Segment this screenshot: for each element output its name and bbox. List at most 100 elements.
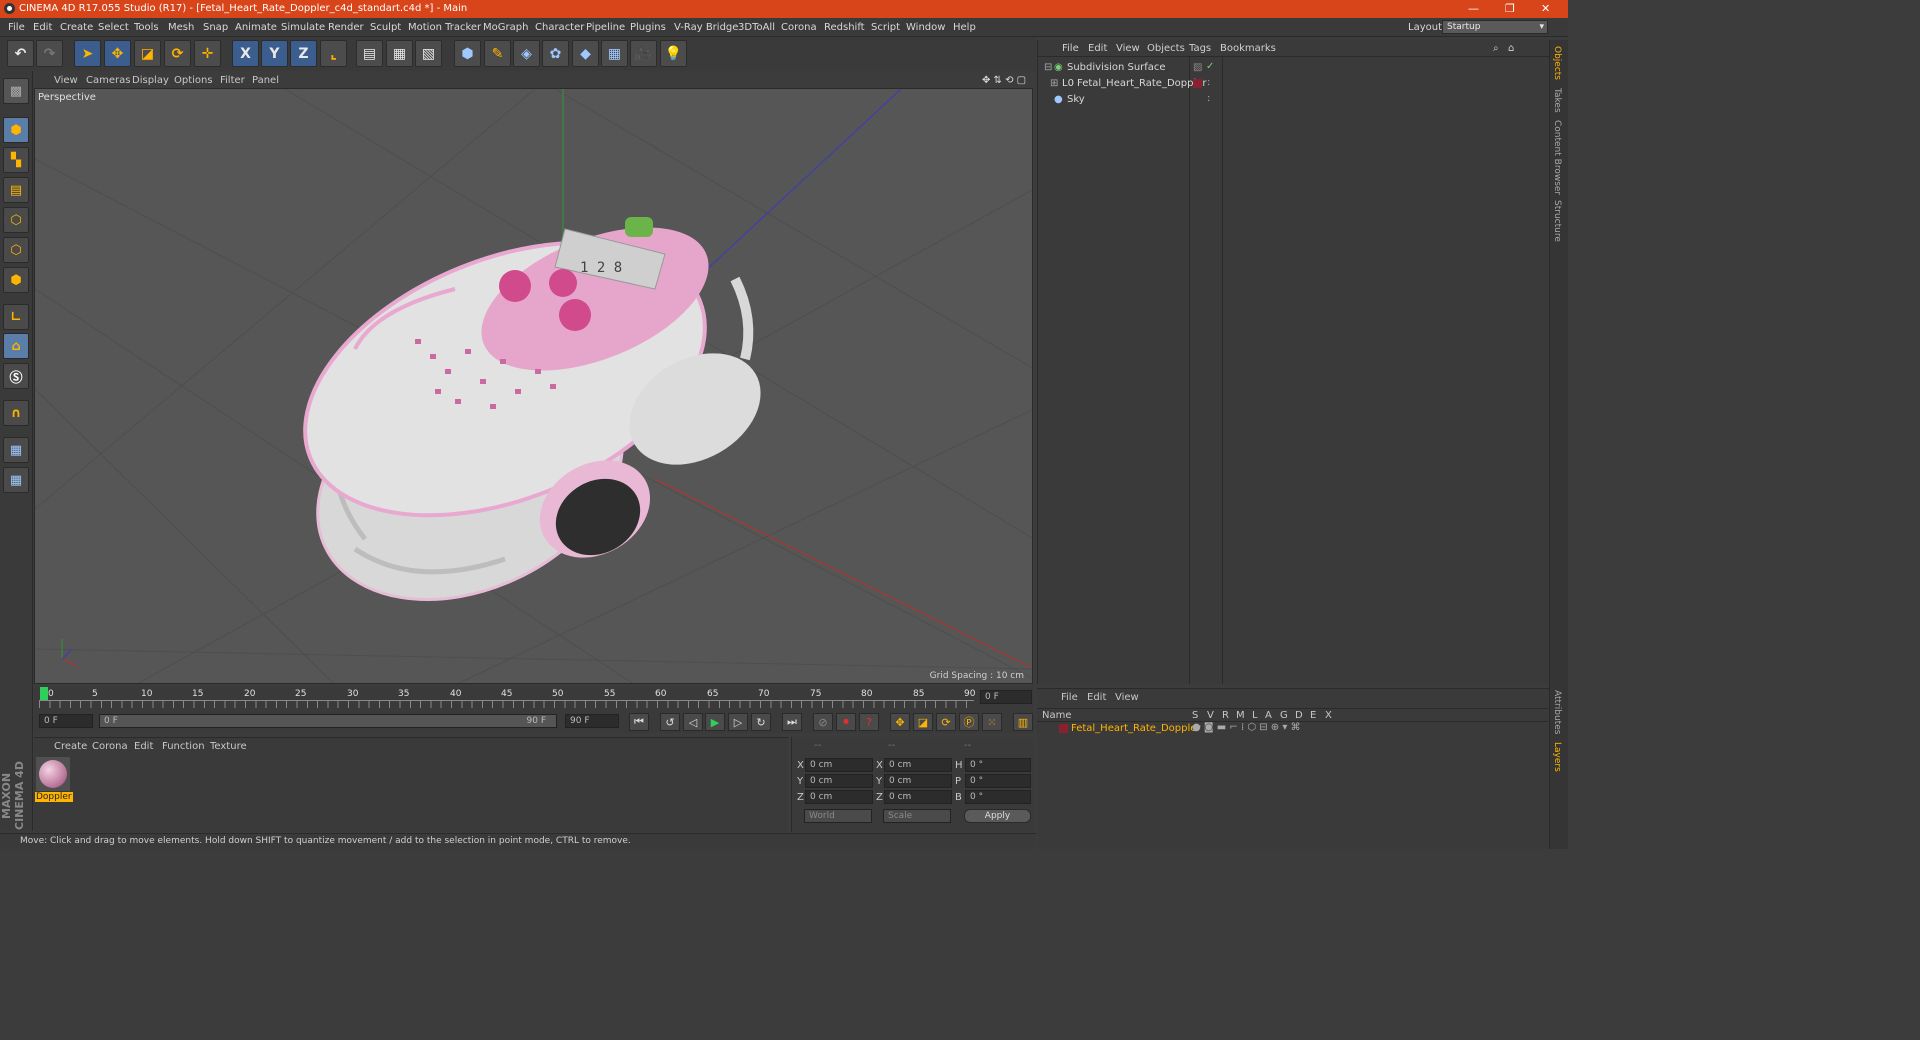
menu-tools[interactable]: Tools <box>134 22 159 33</box>
coordinate-system-button[interactable]: ⌞ <box>320 40 347 67</box>
menu-plugins[interactable]: Plugins <box>630 22 666 33</box>
motion-path-button[interactable]: ▥ <box>1013 713 1033 731</box>
undo-button[interactable]: ↶ <box>7 40 34 67</box>
lock-workplane-button[interactable]: ▦ <box>3 437 29 463</box>
tab-content-browser[interactable]: Content Browser <box>1552 120 1562 195</box>
material-thumbnail[interactable] <box>36 757 70 791</box>
menu-vray-bridge[interactable]: V-Ray Bridge <box>674 22 738 33</box>
menu-sculpt[interactable]: Sculpt <box>370 22 401 33</box>
home-icon[interactable]: ⌂ <box>1508 43 1514 54</box>
points-mode-button[interactable]: ⬡ <box>3 207 29 233</box>
magnet-tool-button[interactable]: ∩ <box>3 400 29 426</box>
object-row-sky[interactable]: ● Sky : <box>1040 93 1548 108</box>
mat-menu-corona[interactable]: Corona <box>92 741 128 752</box>
key-rotation-button[interactable]: ⟳ <box>936 713 956 731</box>
perspective-viewport[interactable]: 1 2 8 Perspective Grid Spacing : 10 cm <box>34 88 1033 684</box>
obj-menu-objects[interactable]: Objects <box>1147 43 1185 54</box>
visibility-dots-icon[interactable]: : <box>1207 77 1210 88</box>
menu-motion-tracker[interactable]: Motion Tracker <box>408 22 481 33</box>
play-button[interactable]: ▶ <box>705 713 725 731</box>
object-row-subdivision[interactable]: ⊟ ◉ Subdivision Surface ▨ ✓ <box>1040 61 1548 76</box>
mat-menu-edit[interactable]: Edit <box>134 741 153 752</box>
menu-corona[interactable]: Corona <box>781 22 817 33</box>
snap-toggle-button[interactable]: Ⓢ <box>3 363 29 389</box>
key-pla-button[interactable]: ⁙ <box>982 713 1002 731</box>
key-parameter-button[interactable]: Ⓟ <box>959 713 979 731</box>
object-row-doppler[interactable]: ⊞ L0 Fetal_Heart_Rate_Doppler : <box>1040 77 1548 92</box>
menu-pipeline[interactable]: Pipeline <box>586 22 625 33</box>
texture-mode-button[interactable]: ▚ <box>3 147 29 173</box>
menu-mesh[interactable]: Mesh <box>168 22 194 33</box>
menu-help[interactable]: Help <box>953 22 976 33</box>
keyframe-selection-button[interactable]: ? <box>859 713 879 731</box>
coord-space-dropdown[interactable]: World <box>804 809 872 823</box>
y-axis-button[interactable]: Y <box>261 40 288 67</box>
next-frame-button[interactable]: ▷ <box>728 713 748 731</box>
start-frame-field[interactable]: 0 F <box>39 714 93 728</box>
end-frame-field[interactable]: 90 F <box>565 714 619 728</box>
menu-3dtoall[interactable]: 3DToAll <box>738 22 775 33</box>
menu-create[interactable]: Create <box>60 22 93 33</box>
vp-menu-options[interactable]: Options <box>174 75 213 86</box>
render-settings-button[interactable]: ▧ <box>415 40 442 67</box>
vp-menu-view[interactable]: View <box>54 75 78 86</box>
tree-collapse-icon[interactable]: ⊟ <box>1044 62 1052 73</box>
search-icon[interactable]: ⌕ <box>1493 43 1499 54</box>
z-axis-button[interactable]: Z <box>290 40 317 67</box>
live-selection-button[interactable]: ✛ <box>194 40 221 67</box>
layer-menu-file[interactable]: File <box>1061 692 1078 703</box>
previous-key-button[interactable]: ↺ <box>660 713 680 731</box>
rotate-tool-button[interactable]: ⟳ <box>164 40 191 67</box>
tree-expand-icon[interactable]: ⊞ <box>1050 78 1058 89</box>
tweak-mode-button[interactable]: ⌂ <box>3 333 29 359</box>
menu-mograph[interactable]: MoGraph <box>483 22 528 33</box>
obj-menu-bookmarks[interactable]: Bookmarks <box>1220 43 1276 54</box>
previous-frame-button[interactable]: ◁ <box>683 713 703 731</box>
move-tool-button[interactable]: ✥ <box>104 40 131 67</box>
redo-button[interactable]: ↷ <box>36 40 63 67</box>
planar-workplane-button[interactable]: ▦ <box>3 467 29 493</box>
render-view-button[interactable]: ▤ <box>356 40 383 67</box>
layout-dropdown[interactable]: Startup ▾ <box>1442 20 1548 34</box>
layer-menu-view[interactable]: View <box>1115 692 1139 703</box>
tab-attributes[interactable]: Attributes <box>1552 690 1562 734</box>
vp-menu-cameras[interactable]: Cameras <box>86 75 130 86</box>
record-keys-button[interactable]: ⊘ <box>813 713 833 731</box>
layer-color-swatch[interactable] <box>1193 79 1202 88</box>
model-mode-button[interactable]: ⬢ <box>3 117 29 143</box>
minimize-icon[interactable]: — <box>1468 2 1479 15</box>
key-position-button[interactable]: ✥ <box>890 713 910 731</box>
range-slider[interactable]: 0 F 90 F <box>99 714 557 728</box>
tab-structure[interactable]: Structure <box>1552 200 1562 242</box>
layer-toggle-icons[interactable]: ● ◙ ▬ ⌐ ⁞ ⬡ ⊟ ⊕ ▾ ⌘ <box>1192 722 1301 733</box>
scale-tool-button[interactable]: ◪ <box>134 40 161 67</box>
axis-mode-button[interactable]: ∟ <box>3 304 29 330</box>
doppler-model[interactable]: 1 2 8 <box>265 189 780 646</box>
menu-edit[interactable]: Edit <box>33 22 52 33</box>
menu-select[interactable]: Select <box>98 22 129 33</box>
mat-menu-texture[interactable]: Texture <box>210 741 247 752</box>
current-frame-field[interactable]: 0 F <box>980 690 1032 704</box>
vp-menu-display[interactable]: Display <box>132 75 169 86</box>
edges-mode-button[interactable]: ⬡ <box>3 237 29 263</box>
add-floor-button[interactable]: ▦ <box>601 40 628 67</box>
go-to-start-button[interactable]: ⏮ <box>629 713 649 731</box>
add-deformer-button[interactable]: ◆ <box>572 40 599 67</box>
coord-size-dropdown[interactable]: Scale <box>883 809 951 823</box>
menu-simulate[interactable]: Simulate <box>281 22 325 33</box>
add-spline-button[interactable]: ✎ <box>484 40 511 67</box>
menu-file[interactable]: File <box>8 22 25 33</box>
mat-menu-create[interactable]: Create <box>54 741 87 752</box>
layer-color-swatch[interactable] <box>1059 724 1068 733</box>
menu-character[interactable]: Character <box>535 22 584 33</box>
tab-layers[interactable]: Layers <box>1552 742 1562 772</box>
viewport-nav-icons[interactable]: ✥ ⇅ ⟲ ▢ <box>982 75 1026 86</box>
obj-menu-file[interactable]: File <box>1062 43 1079 54</box>
menu-redshift[interactable]: Redshift <box>824 22 865 33</box>
rotation-h-field[interactable]: 0 ° <box>965 758 1031 772</box>
rotation-b-field[interactable]: 0 ° <box>965 790 1031 804</box>
obj-menu-tags[interactable]: Tags <box>1189 43 1211 54</box>
layer-name[interactable]: Fetal_Heart_Rate_Doppler <box>1071 723 1201 734</box>
vp-menu-filter[interactable]: Filter <box>220 75 245 86</box>
playhead[interactable] <box>40 687 48 700</box>
